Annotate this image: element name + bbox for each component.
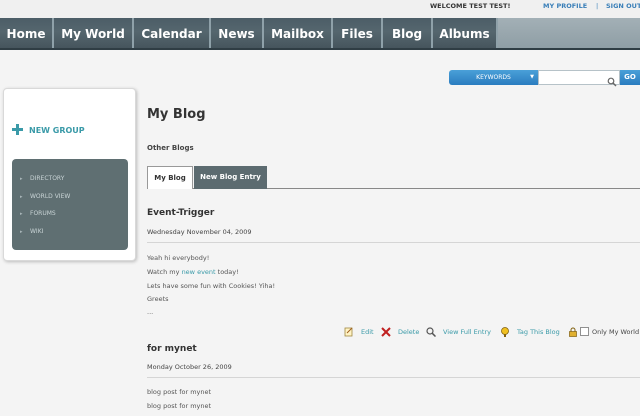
sidebar-item-label: WORLD VIEW [30, 193, 71, 200]
entry-body-line: Yeah hi everybody! [147, 254, 210, 262]
sidebar-item-label: WIKI [30, 228, 44, 235]
delete-link[interactable]: Delete [398, 326, 419, 338]
nav-news[interactable]: News [211, 18, 264, 48]
user-bar: WELCOME TEST TEST! MY PROFILE | SIGN OUT [0, 0, 640, 18]
bullet-icon: ▸ [20, 194, 23, 200]
entry-body-line: Lets have some fun with Cookies! Yiha! [147, 282, 276, 290]
main-nav: Home My World Calendar News Mailbox File… [0, 18, 640, 50]
nav-mailbox[interactable]: Mailbox [264, 18, 333, 48]
entry-body-line: blog post for mynet [147, 388, 212, 396]
search-input[interactable] [538, 70, 620, 87]
entry-divider [147, 377, 640, 378]
search-icon[interactable] [607, 72, 617, 91]
nav-calendar[interactable]: Calendar [134, 18, 211, 48]
entry-body-line: blog post for mynet [147, 402, 212, 410]
magnifier-icon[interactable] [426, 327, 437, 341]
entry-body-line: Greets [147, 295, 169, 303]
bullet-icon: ▸ [20, 176, 23, 182]
plus-icon [12, 124, 23, 135]
sidebar-nav-box [12, 159, 128, 250]
bullet-icon: ▸ [20, 229, 23, 235]
go-button[interactable]: GO [620, 70, 640, 85]
nav-albums[interactable]: Albums [433, 18, 498, 48]
tab-my-blog[interactable]: My Blog [147, 166, 193, 189]
entry-body-text: today! [215, 268, 239, 276]
page-title: My Blog [147, 107, 206, 122]
bullet-icon: ▸ [20, 211, 23, 217]
nav-my-world[interactable]: My World [54, 18, 134, 48]
sidebar-item-world-view[interactable]: ▸ WORLD VIEW [20, 193, 71, 201]
other-blogs-link[interactable]: Other Blogs [147, 144, 194, 152]
entry-body-line: ... [147, 308, 154, 316]
sidebar-item-wiki[interactable]: ▸ WIKI [20, 228, 44, 236]
welcome-text: WELCOME TEST TEST! [430, 2, 511, 10]
view-full-entry-link[interactable]: View Full Entry [443, 326, 491, 338]
chevron-down-icon: ▼ [530, 74, 534, 80]
sign-out-link[interactable]: SIGN OUT [606, 1, 640, 11]
entry-date: Wednesday November 04, 2009 [147, 228, 252, 236]
nav-files[interactable]: Files [333, 18, 383, 48]
edit-link[interactable]: Edit [361, 326, 374, 338]
entry-date: Monday October 26, 2009 [147, 363, 232, 371]
new-group-button[interactable]: NEW GROUP [12, 122, 85, 135]
nav-blog[interactable]: Blog [383, 18, 433, 48]
new-event-link[interactable]: new event [182, 268, 216, 276]
sidebar-item-directory[interactable]: ▸ DIRECTORY [20, 175, 65, 183]
my-profile-link[interactable]: MY PROFILE [543, 1, 587, 11]
only-my-world-label: Only My World [592, 328, 640, 336]
delete-icon[interactable] [381, 327, 391, 341]
tag-icon[interactable] [500, 327, 510, 341]
tag-this-blog-link[interactable]: Tag This Blog [517, 326, 560, 338]
nav-filler [498, 18, 640, 48]
entry-actions: Edit Delete View Full Entry Tag This Blo… [344, 326, 640, 338]
keywords-dropdown[interactable]: KEYWORDS ▼ [449, 70, 538, 85]
new-group-label: NEW GROUP [29, 126, 85, 135]
lock-icon [568, 327, 578, 341]
entry-title[interactable]: for mynet [147, 344, 197, 354]
entry-title[interactable]: Event-Trigger [147, 208, 214, 218]
sidebar-item-label: DIRECTORY [30, 175, 65, 182]
entry-body-text: Watch my [147, 268, 182, 276]
only-my-world-checkbox[interactable] [580, 327, 589, 340]
sidebar-item-forums[interactable]: ▸ FORUMS [20, 210, 56, 218]
user-bar-separator: | [596, 2, 599, 10]
tab-new-blog-entry[interactable]: New Blog Entry [194, 166, 267, 189]
edit-icon[interactable] [344, 327, 354, 341]
entry-divider [147, 242, 640, 243]
sidebar-item-label: FORUMS [30, 210, 56, 217]
keywords-dropdown-label: KEYWORDS [476, 74, 511, 81]
nav-home[interactable]: Home [0, 18, 54, 48]
entry-body-line: Watch my new event today! [147, 268, 239, 276]
